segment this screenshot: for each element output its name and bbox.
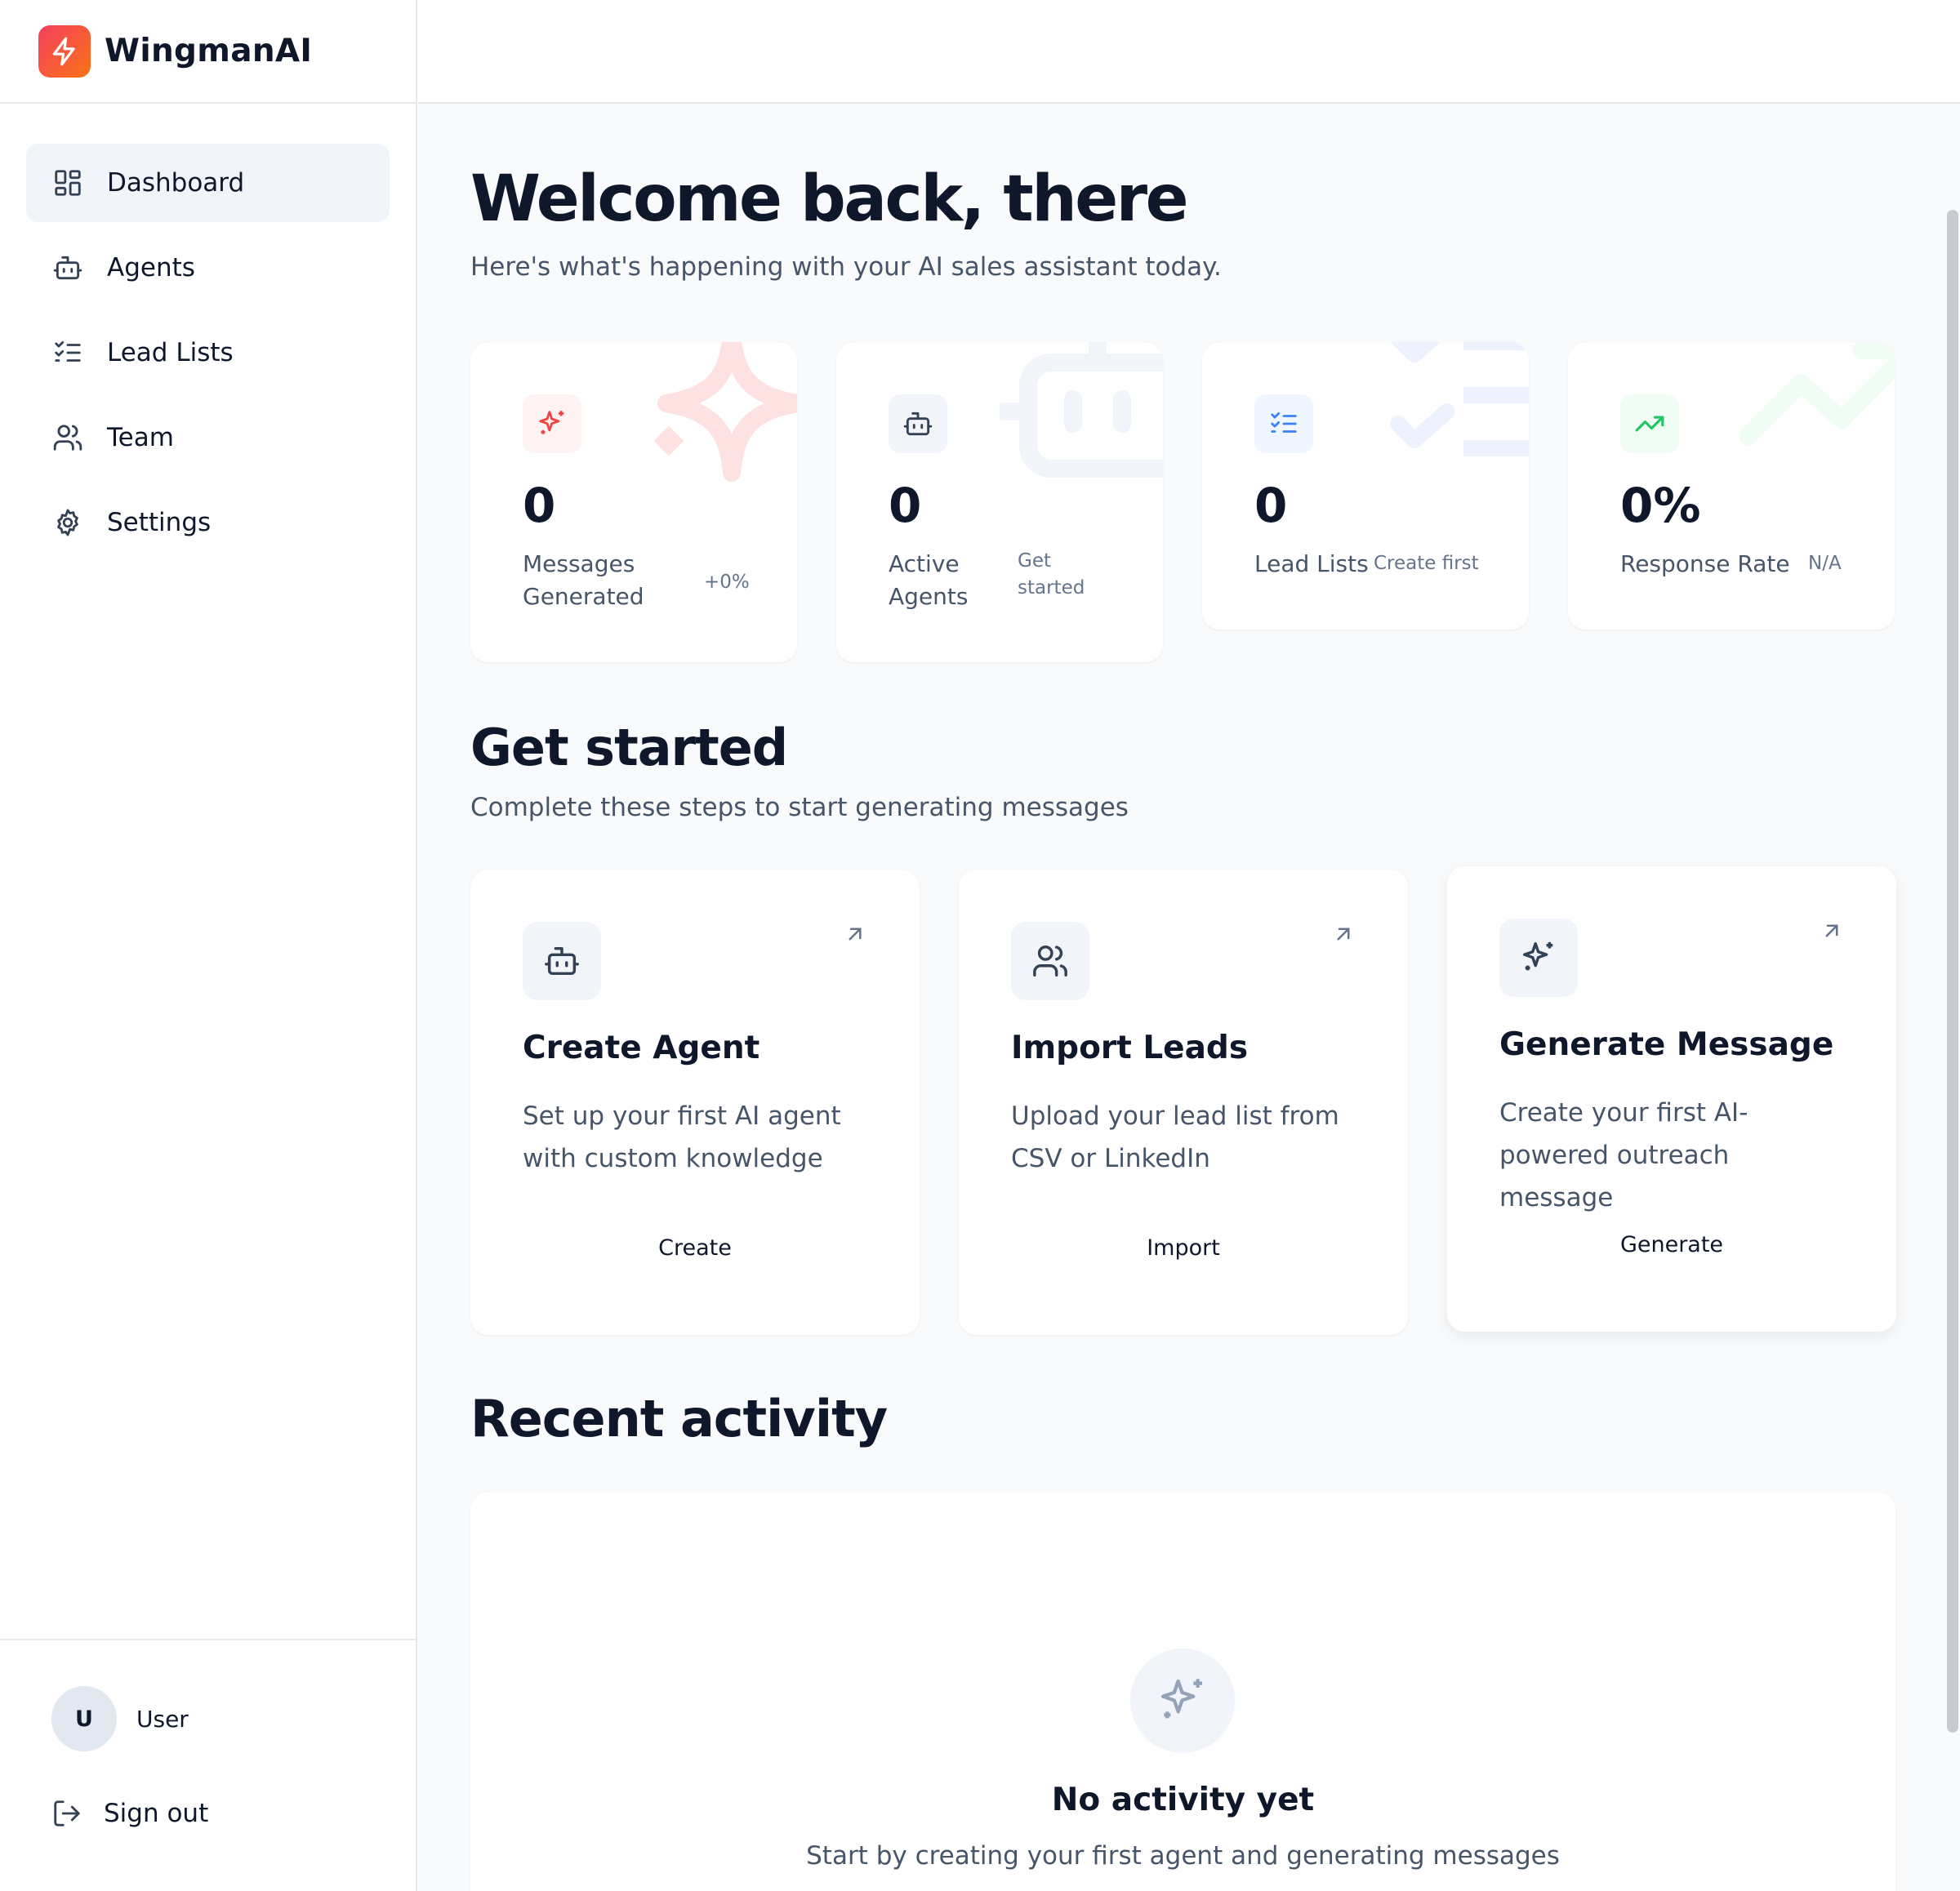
- log-out-icon: [51, 1798, 82, 1829]
- sparkle-icon: [523, 394, 581, 453]
- sidebar: WingmanAI Dashboard Agents Lead Lists Te…: [0, 0, 417, 1891]
- checklist-decoration-icon: [1390, 342, 1529, 456]
- create-agent-card[interactable]: Create Agent Set up your first AI agent …: [470, 870, 920, 1335]
- activity-panel: No activity yet Start by creating your f…: [470, 1492, 1895, 1891]
- generate-message-card[interactable]: Generate Message Create your first AI-po…: [1447, 866, 1896, 1332]
- brand-name: WingmanAI: [105, 33, 313, 69]
- user-profile[interactable]: U User: [51, 1686, 189, 1751]
- brand[interactable]: WingmanAI: [0, 0, 416, 104]
- checklist-icon: [52, 337, 83, 368]
- sign-out-button[interactable]: Sign out: [51, 1798, 208, 1829]
- import-button[interactable]: Import: [959, 1235, 1408, 1261]
- step-description: Upload your lead list from CSV or Linked…: [1011, 1101, 1339, 1173]
- stat-note: Create first: [1374, 553, 1479, 574]
- section-title: Recent activity: [470, 1389, 888, 1448]
- sidebar-item-lead-lists[interactable]: Lead Lists: [26, 314, 390, 392]
- create-button[interactable]: Create: [470, 1235, 920, 1261]
- sidebar-item-label: Dashboard: [107, 168, 245, 198]
- trending-up-decoration-icon: [1740, 342, 1895, 445]
- stat-label: Active Agents: [889, 550, 969, 610]
- scrollbar[interactable]: [1947, 210, 1958, 1733]
- stat-value: 0: [889, 478, 922, 533]
- stat-change: +0%: [704, 572, 750, 593]
- gear-icon: [52, 507, 83, 538]
- sidebar-item-label: Agents: [107, 253, 195, 283]
- sidebar-item-team[interactable]: Team: [26, 398, 390, 477]
- stat-card-agents: 0 Active Agents Get started: [836, 342, 1163, 662]
- arrow-up-right-icon: [849, 928, 862, 941]
- sidebar-item-dashboard[interactable]: Dashboard: [26, 144, 390, 222]
- arrow-up-right-icon: [1825, 924, 1838, 937]
- bot-icon: [52, 252, 83, 283]
- step-title: Import Leads: [1011, 1030, 1249, 1066]
- lightning-icon: [38, 24, 91, 78]
- page-title: Welcome back, there: [470, 162, 1189, 236]
- sidebar-item-settings[interactable]: Settings: [26, 483, 390, 562]
- user-name: User: [136, 1705, 189, 1733]
- stat-note: N/A: [1808, 553, 1842, 574]
- users-icon: [1011, 922, 1089, 1000]
- stat-label: Messages Generated: [523, 550, 644, 610]
- bot-decoration-icon: [1000, 342, 1163, 478]
- stat-card-messages: 0 Messages Generated +0%: [470, 342, 797, 662]
- stat-value: 0: [523, 478, 556, 533]
- bot-icon: [523, 922, 601, 1000]
- trending-up-icon: [1620, 394, 1679, 453]
- sidebar-item-agents[interactable]: Agents: [26, 229, 390, 307]
- sidebar-item-label: Team: [107, 423, 174, 452]
- section-title: Get started: [470, 718, 788, 777]
- stat-card-lead-lists: 0 Lead Lists Create first: [1202, 342, 1529, 630]
- sparkle-icon: [1499, 919, 1578, 997]
- stat-value: 0%: [1620, 478, 1701, 533]
- step-description: Set up your first AI agent with custom k…: [523, 1101, 841, 1173]
- stat-note: Get started: [1018, 550, 1085, 598]
- sparkle-decoration-icon: [653, 342, 797, 482]
- checklist-icon: [1254, 394, 1313, 453]
- stat-label: Response Rate: [1620, 550, 1790, 577]
- sidebar-footer: U User Sign out: [0, 1639, 417, 1891]
- step-description: Create your first AI-powered outreach me…: [1499, 1098, 1748, 1212]
- stat-card-response-rate: 0% Response Rate N/A: [1568, 342, 1895, 630]
- sidebar-item-label: Settings: [107, 508, 212, 537]
- empty-state-subtitle: Start by creating your first agent and g…: [806, 1841, 1560, 1871]
- step-title: Generate Message: [1499, 1026, 1834, 1063]
- sparkle-icon: [1130, 1649, 1235, 1753]
- generate-button[interactable]: Generate: [1447, 1232, 1896, 1257]
- sidebar-item-label: Lead Lists: [107, 338, 234, 367]
- page-subtitle: Here's what's happening with your AI sal…: [470, 252, 1222, 282]
- top-bar: [418, 0, 1960, 104]
- sign-out-label: Sign out: [104, 1799, 209, 1828]
- step-title: Create Agent: [523, 1030, 760, 1066]
- stat-value: 0: [1254, 478, 1288, 533]
- users-icon: [52, 422, 83, 453]
- avatar: U: [51, 1686, 117, 1751]
- bot-icon: [889, 394, 947, 453]
- section-subtitle: Complete these steps to start generating…: [470, 793, 1129, 822]
- empty-state-title: No activity yet: [1051, 1782, 1315, 1818]
- import-leads-card[interactable]: Import Leads Upload your lead list from …: [959, 870, 1408, 1335]
- stat-label: Lead Lists: [1254, 550, 1369, 577]
- main-content: Welcome back, there Here's what's happen…: [418, 104, 1960, 1891]
- sidebar-nav: Dashboard Agents Lead Lists Team Setting…: [0, 104, 416, 562]
- dashboard-icon: [52, 167, 83, 198]
- arrow-up-right-icon: [1337, 928, 1350, 941]
